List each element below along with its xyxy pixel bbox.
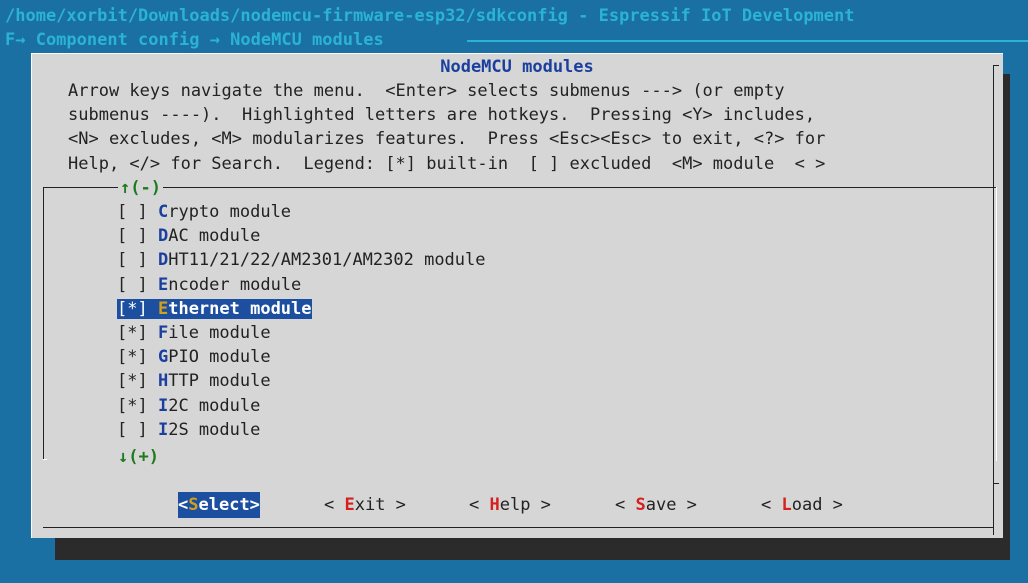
menu-box-right (996, 187, 997, 461)
hotkey-letter: D (157, 226, 169, 247)
menu-item-label: 2C module (168, 395, 261, 416)
help-line: Arrow keys navigate the menu. <Enter> se… (68, 81, 785, 101)
frame-top (31, 53, 1003, 54)
checkbox[interactable]: [ ] (117, 420, 148, 440)
menu-box-top (43, 187, 997, 188)
select-button[interactable]: <Select> (178, 492, 260, 518)
menu-item-crypto[interactable]: [ ] Crypto module (117, 200, 486, 224)
hotkey-letter: E (344, 495, 355, 515)
button-separator-tick (993, 483, 999, 484)
checkbox[interactable]: [*] (117, 347, 148, 367)
menu-item-encoder[interactable]: [ ] Encoder module (117, 273, 486, 297)
frame-bottom-line (43, 527, 993, 528)
checkbox[interactable]: [ ] (117, 226, 148, 246)
help-line: Help, </> for Search. Legend: [*] built-… (68, 153, 826, 174)
menu-item-i2s[interactable]: [ ] I2S module (117, 418, 486, 442)
hotkey-letter: I (157, 395, 169, 416)
button-bracket: < (324, 495, 345, 515)
checkbox[interactable]: [*] (117, 396, 148, 416)
scroll-down-indicator[interactable]: ↓(+) (118, 447, 159, 467)
hotkey-letter: S (635, 495, 646, 515)
button-bracket: < (615, 495, 636, 515)
dialog-title: NodeMCU modules (440, 57, 594, 77)
help-line: submenus ----). Highlighted letters are … (68, 105, 816, 126)
checkbox[interactable]: [ ] (117, 275, 148, 295)
checkbox[interactable]: [ ] (117, 202, 148, 222)
hotkey-letter: I (157, 419, 169, 440)
button-label: oad > (791, 495, 843, 515)
hotkey-letter: D (157, 250, 169, 271)
button-label: elp > (499, 495, 551, 515)
menu-item-label: ncoder module (168, 274, 302, 295)
menu-item-file[interactable]: [*] File module (117, 321, 486, 345)
button-bracket: < (178, 495, 189, 515)
hotkey-letter: S (188, 495, 199, 515)
menu-box-left (43, 187, 44, 459)
menu-list: [ ] Crypto module [ ] DAC module [ ] DHT… (117, 200, 486, 442)
menu-item-label: 2S module (168, 419, 261, 440)
hotkey-letter: E (157, 274, 169, 295)
hotkey-letter: E (157, 298, 169, 319)
breadcrumb-rule (467, 40, 1028, 42)
checkbox[interactable]: [ ] (117, 250, 148, 270)
hotkey-letter: C (157, 202, 169, 222)
menu-item-label: TTP module (168, 371, 271, 392)
menu-item-i2c[interactable]: [*] I2C module (117, 394, 486, 418)
button-label: ave > (645, 495, 697, 515)
menu-item-label: AC module (168, 226, 261, 247)
button-bar: <Select> < Exit > < Help > < Save > < Lo… (31, 492, 1003, 518)
breadcrumb: F→ Component config → NodeMCU modules (5, 30, 1028, 50)
menu-item-dht[interactable]: [ ] DHT11/21/22/AM2301/AM2302 module (117, 248, 486, 272)
button-bracket: < (761, 495, 782, 515)
button-bracket: < (469, 495, 490, 515)
menu-item-label: rypto module (168, 202, 292, 222)
menu-box-bottom-left (43, 459, 47, 460)
exit-button[interactable]: < Exit > (324, 492, 406, 518)
menu-item-label: ile module (168, 322, 271, 343)
button-label: xit > (354, 495, 406, 515)
hotkey-letter: F (157, 322, 169, 343)
menuconfig-dialog: NodeMCU modules Arrow keys navigate the … (31, 53, 1003, 538)
save-button[interactable]: < Save > (615, 492, 697, 518)
breadcrumb-text: F→ Component config → NodeMCU modules (5, 30, 394, 50)
menu-item-label: thernet module (168, 298, 312, 319)
help-text: Arrow keys navigate the menu. <Enter> se… (68, 79, 825, 176)
window-title: /home/xorbit/Downloads/nodemcu-firmware-… (5, 6, 855, 26)
hotkey-letter: G (157, 347, 169, 368)
help-line: <N> excludes, <M> modularizes features. … (68, 129, 826, 150)
checkbox[interactable]: [*] (117, 298, 148, 319)
load-button[interactable]: < Load > (761, 492, 843, 518)
menu-item-label: PIO module (168, 347, 271, 368)
menu-item-http[interactable]: [*] HTTP module (117, 369, 486, 393)
button-label: elect> (198, 495, 260, 515)
checkbox[interactable]: [*] (117, 323, 148, 343)
help-button[interactable]: < Help > (469, 492, 551, 518)
frame-left (31, 53, 32, 538)
checkbox[interactable]: [*] (117, 371, 148, 391)
menu-item-gpio[interactable]: [*] GPIO module (117, 345, 486, 369)
hotkey-letter: H (157, 371, 169, 392)
menu-item-label: HT11/21/22/AM2301/AM2302 module (168, 250, 486, 271)
menu-item-ethernet[interactable]: [*] Ethernet module (117, 297, 486, 321)
hotkey-letter: L (781, 495, 792, 515)
scroll-up-indicator[interactable]: ↑(-) (118, 178, 163, 198)
menu-item-dac[interactable]: [ ] DAC module (117, 224, 486, 248)
hotkey-letter: H (489, 495, 500, 515)
